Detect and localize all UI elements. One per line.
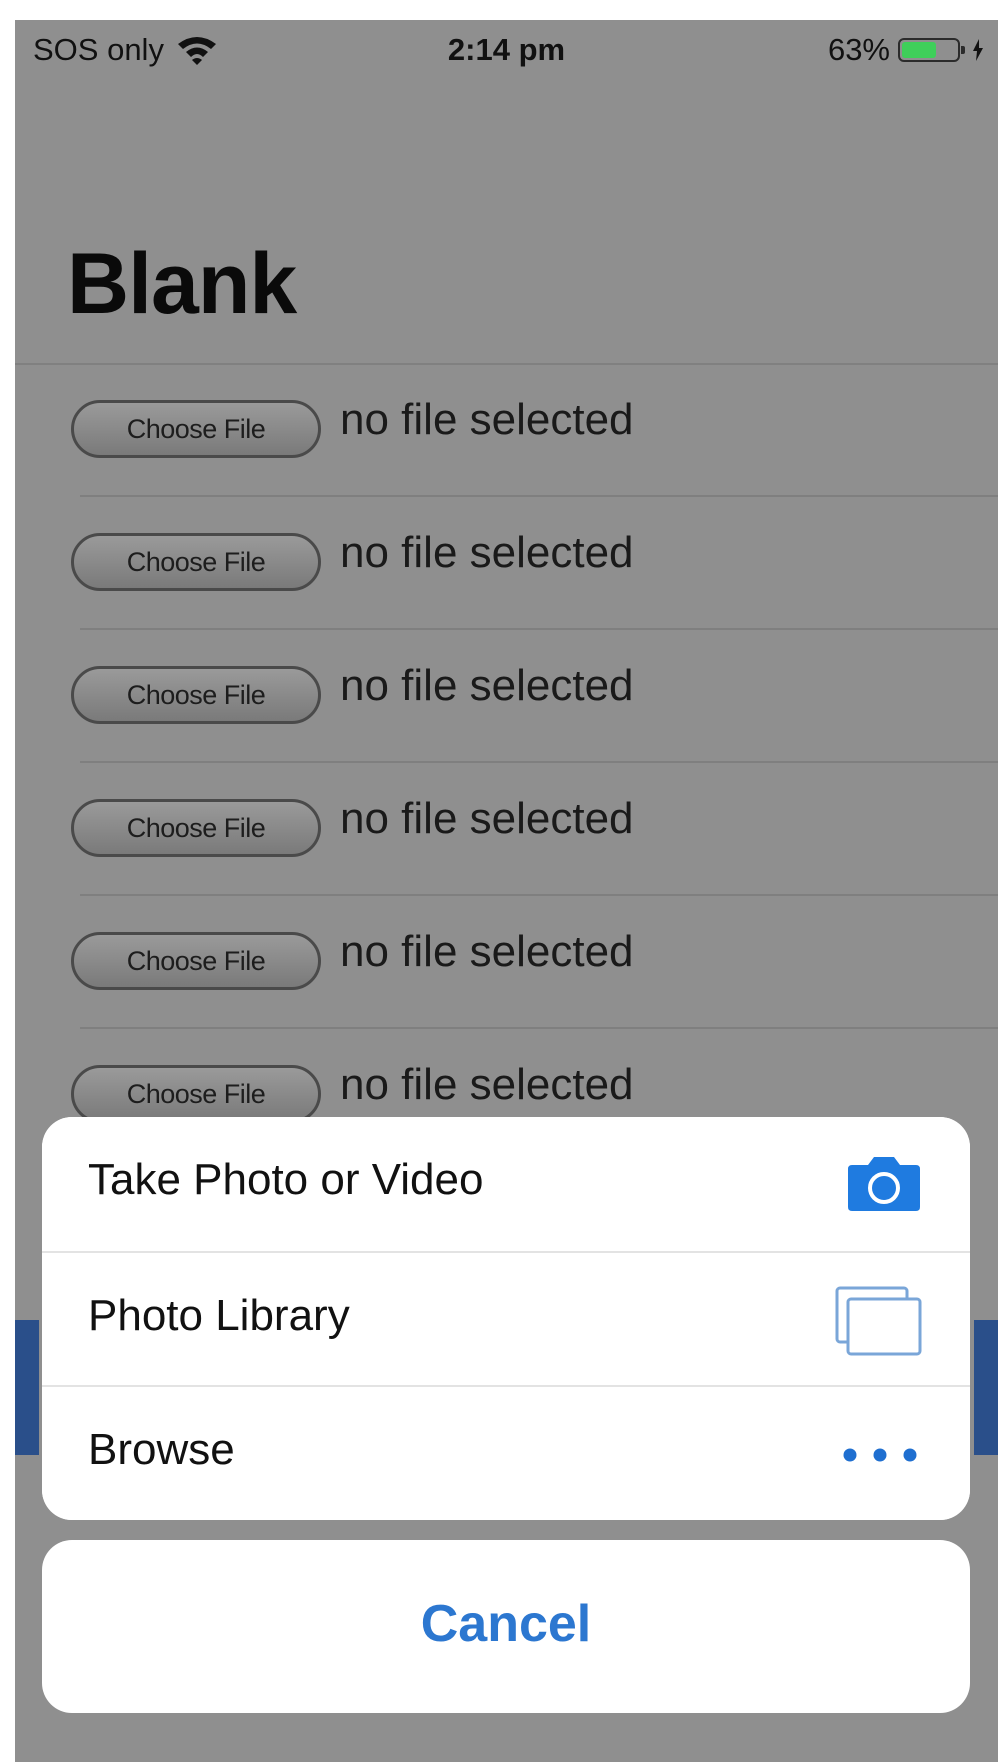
cancel-label: Cancel	[420, 1595, 592, 1653]
option-label: Take Photo or Video	[88, 1155, 484, 1204]
status-right: 63%	[828, 32, 984, 68]
file-status-text: no file selected	[340, 1060, 634, 1109]
choose-file-button[interactable]: Choose File	[71, 400, 321, 458]
choose-file-button[interactable]: Choose File	[71, 799, 321, 857]
page-title: Blank	[67, 236, 297, 332]
row-divider	[80, 628, 998, 630]
phone-screen: SOS only 2:14 pm 63% Blank Choose File n…	[15, 20, 998, 1762]
option-label: Browse	[88, 1425, 235, 1474]
background-button-edge	[974, 1320, 998, 1455]
action-sheet: Take Photo or Video Photo Library Browse	[42, 1117, 970, 1520]
file-status-text: no file selected	[340, 395, 634, 444]
choose-file-button[interactable]: Choose File	[71, 666, 321, 724]
browse-option[interactable]: Browse	[42, 1387, 970, 1520]
file-status-text: no file selected	[340, 528, 634, 577]
choose-file-button[interactable]: Choose File	[71, 932, 321, 990]
option-label: Photo Library	[88, 1291, 350, 1340]
file-status-text: no file selected	[340, 794, 634, 843]
row-divider	[80, 894, 998, 896]
row-divider	[80, 1027, 998, 1029]
file-input-row: Choose File no file selected	[15, 631, 998, 763]
row-divider	[80, 761, 998, 763]
take-photo-or-video-option[interactable]: Take Photo or Video	[42, 1117, 970, 1251]
file-input-row: Choose File no file selected	[15, 897, 998, 1029]
row-divider	[80, 495, 998, 497]
file-status-text: no file selected	[340, 927, 634, 976]
file-input-row: Choose File no file selected	[15, 764, 998, 896]
battery-icon	[898, 38, 965, 62]
choose-file-button[interactable]: Choose File	[71, 533, 321, 591]
file-status-text: no file selected	[340, 661, 634, 710]
file-input-row: Choose File no file selected	[15, 365, 998, 497]
battery-tip	[961, 46, 965, 54]
choose-file-button[interactable]: Choose File	[71, 1065, 321, 1123]
cancel-button[interactable]: Cancel	[42, 1540, 970, 1713]
more-icon	[843, 1448, 917, 1462]
camera-icon	[848, 1157, 920, 1211]
file-input-row: Choose File no file selected	[15, 498, 998, 630]
background-button-edge	[15, 1320, 39, 1455]
status-bar: SOS only 2:14 pm 63%	[15, 20, 998, 78]
battery-percent: 63%	[827, 32, 890, 67]
charging-bolt-icon	[973, 39, 983, 61]
photo-library-icon	[835, 1286, 922, 1356]
photo-library-option[interactable]: Photo Library	[42, 1253, 970, 1387]
battery-fill	[902, 42, 937, 58]
